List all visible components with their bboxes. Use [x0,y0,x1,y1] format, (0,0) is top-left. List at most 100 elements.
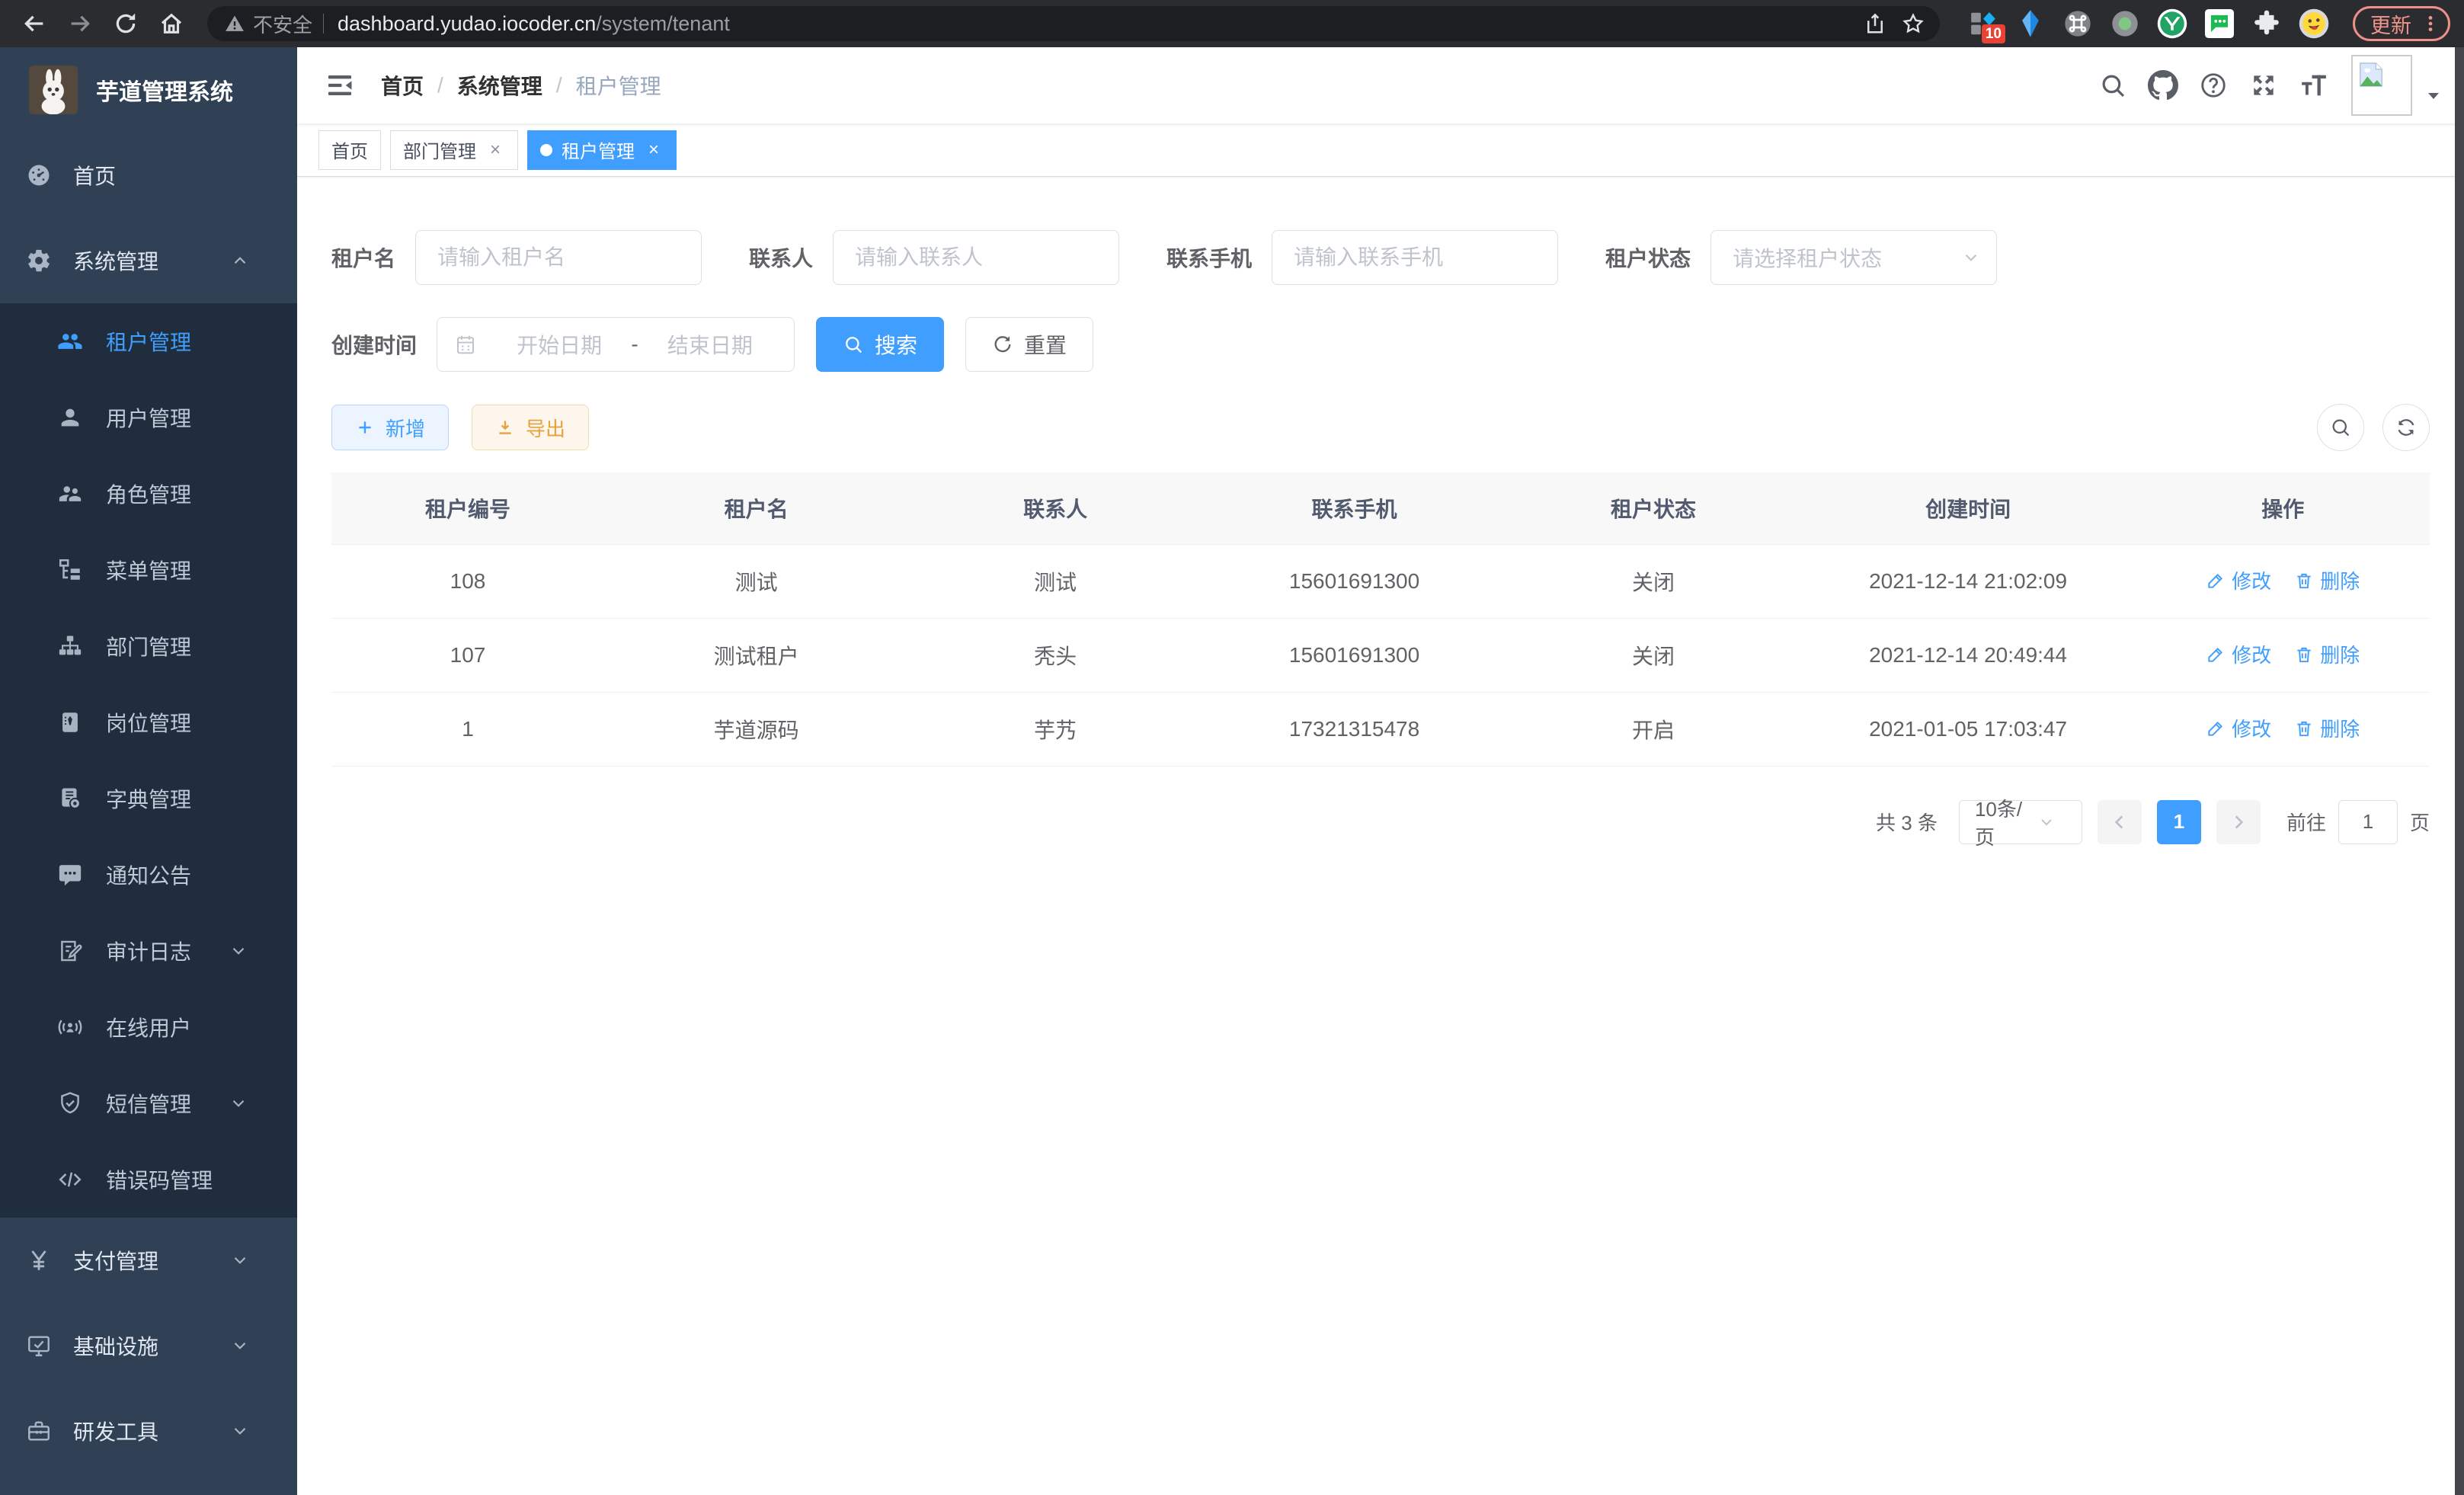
edit-button[interactable]: 修改 [2206,640,2271,668]
browser-reload-button[interactable] [105,3,146,44]
extension-kite-icon[interactable] [2014,8,2046,40]
sidebar-item-infra[interactable]: 基础设施 [0,1303,297,1388]
url-text: dashboard.yudao.iocoder.cn/system/tenant [338,12,730,36]
audit-log-icon [57,938,83,964]
status-select[interactable]: 请选择租户状态 [1710,230,1997,285]
breadcrumb-item[interactable]: 系统管理 [457,70,542,101]
start-date-placeholder: 开始日期 [492,329,626,360]
browser-forward-button[interactable] [59,3,101,44]
help-button[interactable] [2188,60,2238,110]
sidebar-item-role[interactable]: 角色管理 [0,456,297,532]
fullscreen-button[interactable] [2238,60,2289,110]
sidebar-item-label: 基础设施 [73,1330,158,1361]
delete-button[interactable]: 删除 [2294,640,2360,668]
sidebar-item-pay[interactable]: 支付管理 [0,1218,297,1303]
app-logo-row[interactable]: 芋道管理系统 [0,47,297,133]
avatar-caret-down-icon[interactable] [2424,87,2443,105]
edit-button[interactable]: 修改 [2206,566,2271,594]
delete-button[interactable]: 删除 [2294,566,2360,594]
delete-button[interactable]: 删除 [2294,714,2360,742]
created-at-range-picker[interactable]: 开始日期 - 结束日期 [437,317,795,372]
extension-record-icon[interactable] [2109,8,2141,40]
extension-emoji-icon[interactable] [2298,8,2330,40]
user-avatar[interactable] [2351,55,2412,116]
sidebar-item-post[interactable]: 岗位管理 [0,684,297,760]
sidebar-toggle-button[interactable] [318,64,361,107]
mobile-input[interactable] [1272,230,1558,285]
table-row: 107测试租户秃头15601691300关闭2021-12-14 20:49:4… [331,618,2430,692]
breadcrumb-item[interactable]: 首页 [381,70,424,101]
sidebar-item-dept[interactable]: 部门管理 [0,608,297,684]
org-tree-icon [57,633,83,659]
browser-menu-dots-icon[interactable] [2421,14,2440,34]
update-button[interactable]: 更新 [2353,6,2450,41]
tab-tenant[interactable]: 租户管理× [527,130,677,170]
breadcrumb-separator: / [556,73,562,98]
close-icon[interactable]: × [485,140,505,160]
top-navbar: 首页/系统管理/租户管理 [297,47,2464,123]
online-user-icon [57,1014,83,1040]
sidebar-item-user[interactable]: 用户管理 [0,379,297,456]
dashboard-icon [26,162,52,188]
edit-button[interactable]: 修改 [2206,714,2271,742]
tenant-name-input[interactable] [415,230,702,285]
sidebar-item-tenant[interactable]: 租户管理 [0,303,297,379]
next-page-button[interactable] [2216,800,2261,844]
sidebar-item-menu[interactable]: 菜单管理 [0,532,297,608]
window-edge-scrollbar[interactable] [2455,47,2464,1495]
share-icon[interactable] [1856,6,1894,41]
question-icon [2199,71,2228,100]
bookmark-star-icon[interactable] [1894,6,1932,41]
extension-grid-icon[interactable]: 10 [1967,8,1999,40]
sidebar-item-audit-log[interactable]: 审计日志 [0,913,297,989]
sidebar-item-home[interactable]: 首页 [0,133,297,218]
extension-chat-icon[interactable] [2203,8,2235,40]
column-header: 租户状态 [1506,472,1800,544]
extension-command-icon[interactable] [2062,8,2094,40]
sidebar-item-dev-tool[interactable]: 研发工具 [0,1388,297,1474]
goto-page-input[interactable] [2338,800,2398,844]
sidebar-item-notice[interactable]: 通知公告 [0,837,297,913]
created-at-label: 创建时间 [331,329,417,360]
search-button[interactable]: 搜索 [816,317,944,372]
download-icon [495,418,515,437]
page-number-1[interactable]: 1 [2157,800,2201,844]
cell-created: 2021-12-14 21:02:09 [1800,544,2136,618]
contact-input[interactable] [833,230,1119,285]
prev-page-button[interactable] [2098,800,2142,844]
sidebar-item-online-user[interactable]: 在线用户 [0,989,297,1065]
sidebar-item-dict[interactable]: 字典管理 [0,760,297,837]
extension-puzzle-icon[interactable] [2251,8,2283,40]
browser-back-button[interactable] [14,3,55,44]
header-search-button[interactable] [2088,60,2138,110]
home-icon [158,11,184,37]
goto-unit: 页 [2410,808,2430,836]
sidebar-item-error-code[interactable]: 错误码管理 [0,1141,297,1218]
fullscreen-icon [2249,71,2278,100]
export-button[interactable]: 导出 [472,405,589,450]
add-button[interactable]: 新增 [331,405,449,450]
github-link[interactable] [2138,60,2188,110]
sidebar-item-system[interactable]: 系统管理 [0,218,297,303]
font-size-button[interactable] [2289,60,2339,110]
address-bar[interactable]: 不安全 dashboard.yudao.iocoder.cn/system/te… [207,6,1940,41]
browser-home-button[interactable] [151,3,192,44]
sidebar-item-sms[interactable]: 短信管理 [0,1065,297,1141]
goto-label: 前往 [2286,808,2326,836]
page-size-select[interactable]: 10条/页 [1959,800,2082,844]
cell-operations: 修改删除 [2136,544,2430,618]
tenant-table: 租户编号租户名联系人联系手机租户状态创建时间操作 108测试测试15601691… [331,472,2430,767]
search-icon [2329,416,2352,439]
reset-button[interactable]: 重置 [965,317,1093,372]
cell-status: 关闭 [1506,544,1800,618]
column-header: 联系手机 [1202,472,1506,544]
extension-badge: 10 [1982,24,2005,43]
extension-y-icon[interactable] [2156,8,2188,40]
tab-home[interactable]: 首页 [318,130,381,170]
breadcrumb-item: 租户管理 [576,70,661,101]
toggle-search-button[interactable] [2317,404,2364,451]
close-icon[interactable]: × [644,140,664,160]
refresh-table-button[interactable] [2382,404,2430,451]
tab-dept[interactable]: 部门管理× [390,130,518,170]
page-content: 租户名 联系人 联系手机 租户状态 请选择租户状态 创建时间 开始日期 - [297,177,2464,1495]
